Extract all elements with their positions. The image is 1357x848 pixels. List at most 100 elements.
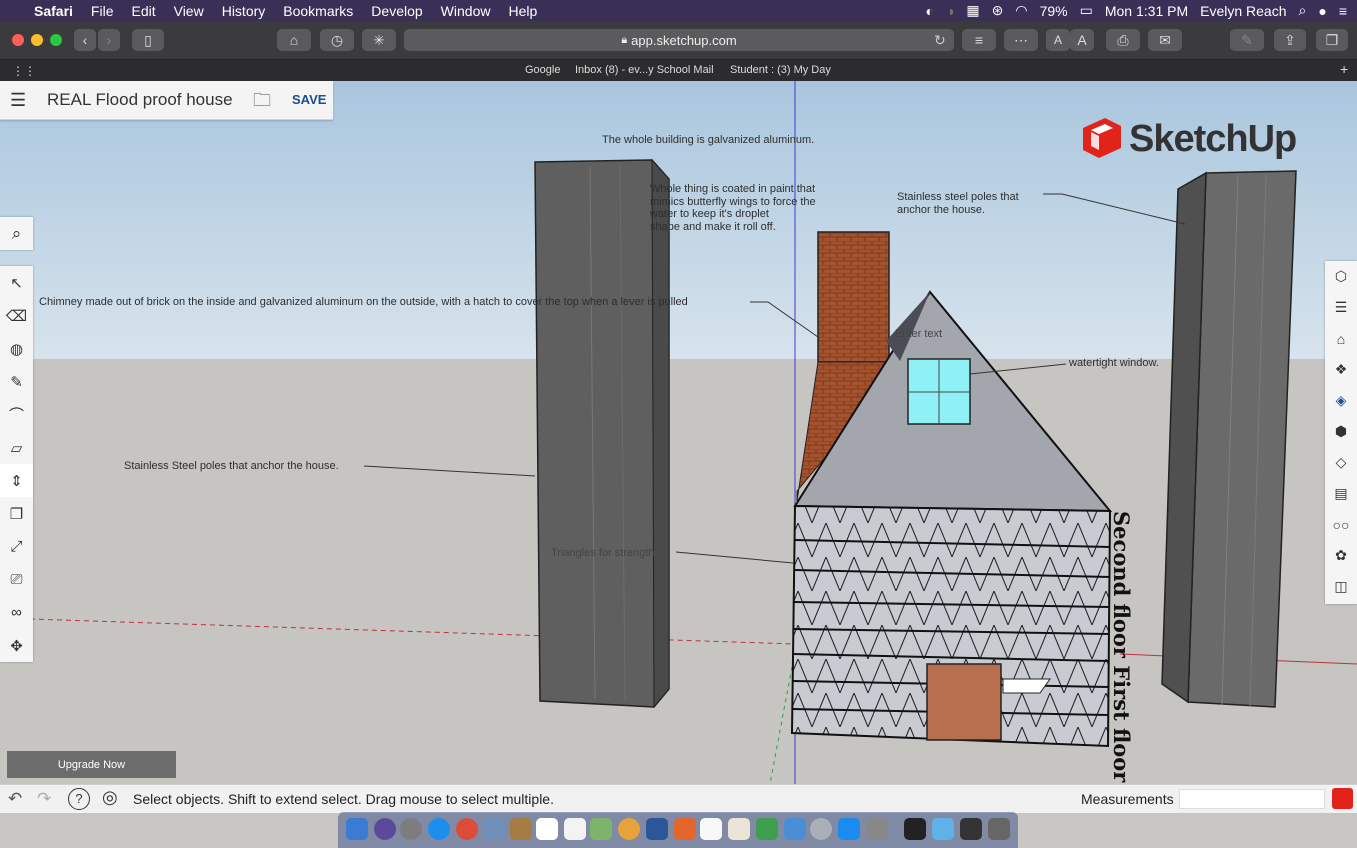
menu-history[interactable]: History <box>222 3 266 19</box>
maps-icon[interactable] <box>590 818 612 840</box>
siri-dock-icon[interactable] <box>374 818 396 840</box>
save-button[interactable]: SAVE <box>292 92 326 107</box>
launchpad-icon[interactable] <box>400 818 422 840</box>
annotation-butterfly[interactable]: Whole thing is coated in paint that mimi… <box>650 183 816 233</box>
address-bar[interactable]: 🔒︎ app.sketchup.com <box>404 29 954 51</box>
menu-app-name[interactable]: Safari <box>34 3 73 19</box>
reload-icon[interactable]: ↻ <box>934 32 946 49</box>
search-icon[interactable]: ⌕ <box>0 217 33 250</box>
annotation-galvanized[interactable]: The whole building is galvanized aluminu… <box>602 134 814 146</box>
menu-window[interactable]: Window <box>441 3 491 19</box>
components-icon[interactable]: ❖ <box>1325 354 1357 385</box>
upgrade-now-button[interactable]: Upgrade Now <box>7 751 176 778</box>
pages-icon[interactable] <box>674 818 696 840</box>
menu-bookmarks[interactable]: Bookmarks <box>283 3 353 19</box>
globe-icon[interactable]: ◎ <box>102 787 118 808</box>
arc-icon[interactable]: ⌒ <box>0 398 33 431</box>
status-circle-icon[interactable]: ◐ <box>925 3 933 19</box>
home-icon[interactable]: ⌂ <box>277 29 311 51</box>
menu-view[interactable]: View <box>174 3 204 19</box>
system-preferences-icon[interactable] <box>866 818 888 840</box>
model-title[interactable]: REAL Flood proof house <box>47 90 233 110</box>
print-icon[interactable]: ⎙ <box>1106 29 1140 51</box>
styles-icon[interactable]: ✿ <box>1325 540 1357 571</box>
favorite-google[interactable]: Google <box>525 64 560 76</box>
rectangle-icon[interactable]: ▱ <box>0 431 33 464</box>
select-icon[interactable]: ↖ <box>0 266 33 299</box>
terminal-icon[interactable] <box>904 818 926 840</box>
tabs-overview-icon[interactable]: ❐ <box>1316 29 1348 51</box>
annotation-enter-text[interactable]: Enter text <box>895 328 942 340</box>
text-icon[interactable]: ⎚ <box>0 563 33 596</box>
scenes-icon[interactable]: ▤ <box>1325 478 1357 509</box>
measurements-input[interactable] <box>1179 789 1325 809</box>
apps-grid-icon[interactable]: ⋯ <box>1004 29 1038 51</box>
close-window-button[interactable] <box>12 34 24 46</box>
outliner-icon[interactable]: ◫ <box>1325 571 1357 602</box>
zoom-window-button[interactable] <box>50 34 62 46</box>
entity-info-icon[interactable]: ⬡ <box>1325 261 1357 292</box>
share-icon[interactable]: ⇪ <box>1274 29 1306 51</box>
tags-icon[interactable]: ◇ <box>1325 447 1357 478</box>
menu-help[interactable]: Help <box>508 3 537 19</box>
moon-icon[interactable]: ◑ <box>946 3 954 19</box>
paint-bucket-icon[interactable]: ◍ <box>0 332 33 365</box>
orbit-icon[interactable]: ✥ <box>0 629 33 662</box>
menu-develop[interactable]: Develop <box>371 3 422 19</box>
left-steel-pole[interactable] <box>534 159 670 708</box>
favorite-student[interactable]: Student : (3) My Day <box>730 64 831 76</box>
script-icon[interactable] <box>728 818 750 840</box>
preview-icon[interactable] <box>484 818 506 840</box>
redo-icon[interactable]: ↷ <box>37 789 51 809</box>
numbers-icon[interactable] <box>756 818 778 840</box>
front-door[interactable] <box>926 663 1002 741</box>
annotation-chimney[interactable]: Chimney made out of brick on the inside … <box>39 296 688 308</box>
eraser-icon[interactable]: ⌫ <box>0 299 33 332</box>
forward-button[interactable]: › <box>98 29 120 51</box>
textedit-icon[interactable] <box>700 818 722 840</box>
solid-icon[interactable]: ⬢ <box>1325 416 1357 447</box>
sketchup-status-icon[interactable] <box>1332 788 1353 809</box>
back-button[interactable]: ‹ <box>74 29 96 51</box>
help-icon[interactable]: ? <box>68 788 90 810</box>
notes-icon[interactable] <box>564 818 586 840</box>
battery-percent[interactable]: 79% <box>1040 3 1068 19</box>
spotlight-search-icon[interactable]: ⌕ <box>1299 2 1307 19</box>
notification-center-icon[interactable]: ≡ <box>1339 3 1347 19</box>
folder-icon[interactable]: 🗀 <box>253 88 271 118</box>
photos-icon[interactable] <box>618 818 640 840</box>
move-icon[interactable]: ❐ <box>0 497 33 530</box>
recent-app-icon[interactable] <box>960 818 982 840</box>
mail-icon[interactable]: ✉ <box>1148 29 1182 51</box>
footprints-icon[interactable]: ∞ <box>0 596 33 629</box>
downloads-folder-icon[interactable] <box>932 818 954 840</box>
new-tab-icon[interactable]: + <box>1340 61 1348 77</box>
notebook-icon[interactable] <box>510 818 532 840</box>
trash-icon[interactable] <box>988 818 1010 840</box>
clock[interactable]: Mon 1:31 PM <box>1105 3 1188 19</box>
extension-icon[interactable]: ✳ <box>362 29 396 51</box>
display-icon[interactable]: ○○ <box>1325 509 1357 540</box>
grid-status-icon[interactable]: ▦ <box>966 2 979 19</box>
layers-icon[interactable]: ☰ <box>1325 292 1357 323</box>
app-store-icon[interactable] <box>838 818 860 840</box>
annotation-triangles[interactable]: Triangles for strength <box>551 547 655 559</box>
model-viewport[interactable]: Second floor First floor SketchUp The wh… <box>0 81 1357 784</box>
push-pull-icon[interactable]: ⇕ <box>0 464 33 497</box>
wifi-icon[interactable]: ◠ <box>1015 2 1027 19</box>
hamburger-menu-icon[interactable]: ☰ <box>10 90 26 111</box>
text-larger-button[interactable]: A <box>1070 29 1094 51</box>
annotation-poles-left[interactable]: Stainless Steel poles that anchor the ho… <box>124 460 339 472</box>
sidebar-toggle-icon[interactable]: ▯ <box>132 29 164 51</box>
favorite-inbox[interactable]: Inbox (8) - ev...y School Mail <box>575 64 714 76</box>
menu-file[interactable]: File <box>91 3 114 19</box>
calendar-icon[interactable] <box>536 818 558 840</box>
minimize-window-button[interactable] <box>31 34 43 46</box>
siri-icon[interactable]: ● <box>1318 3 1326 19</box>
show-all-tabs-icon[interactable]: ⋮⋮ <box>12 64 36 78</box>
finder-icon[interactable] <box>346 818 368 840</box>
user-name[interactable]: Evelyn Reach <box>1200 3 1286 19</box>
annotation-poles-right[interactable]: Stainless steel poles that anchor the ho… <box>897 191 1019 216</box>
scale-icon[interactable]: ⤢ <box>0 530 33 563</box>
network-icon[interactable] <box>810 818 832 840</box>
